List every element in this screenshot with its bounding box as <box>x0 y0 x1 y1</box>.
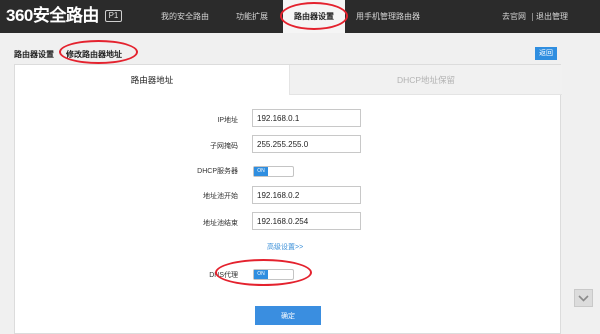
annotation-oval-breadcrumb <box>59 40 138 64</box>
confirm-button[interactable]: 确定 <box>255 306 321 325</box>
logo-text: 360安全路由 <box>6 6 99 25</box>
breadcrumb-parent[interactable]: 路由器设置 <box>14 49 54 60</box>
dhcp-server-label: DHCP服务器 <box>197 168 238 175</box>
annotation-oval-nav <box>280 2 348 30</box>
nav-mobile-manage[interactable]: 用手机管理路由器 <box>356 0 420 33</box>
annotation-oval-dns <box>215 259 312 286</box>
official-site-link[interactable]: 去官网 <box>502 0 526 33</box>
pool-end-label: 地址池结束 <box>203 220 238 227</box>
ip-label: IP地址 <box>217 117 238 124</box>
pool-end-input[interactable] <box>252 212 361 230</box>
tab-dhcp-reservation[interactable]: DHCP地址保留 <box>289 65 562 95</box>
ip-input[interactable] <box>252 109 361 127</box>
nav-separator <box>532 13 533 21</box>
subnet-mask-label: 子网掩码 <box>210 143 238 150</box>
advanced-settings-link[interactable]: 高级设置>> <box>267 242 303 252</box>
model-badge: P1 <box>105 10 122 22</box>
chevron-down-icon <box>578 295 589 302</box>
tab-router-address[interactable]: 路由器地址 <box>15 65 289 95</box>
back-button[interactable]: 返回 <box>535 47 557 60</box>
logout-link[interactable]: 退出管理 <box>536 0 568 33</box>
pool-start-label: 地址池开始 <box>203 193 238 200</box>
subnet-mask-input[interactable] <box>252 135 361 153</box>
scroll-down-button[interactable] <box>574 289 593 307</box>
dhcp-server-toggle[interactable]: ON <box>253 166 294 177</box>
nav-extensions[interactable]: 功能扩展 <box>236 0 268 33</box>
nav-my-router[interactable]: 我的安全路由 <box>161 0 209 33</box>
pool-start-input[interactable] <box>252 186 361 204</box>
dhcp-toggle-state: ON <box>254 167 268 176</box>
